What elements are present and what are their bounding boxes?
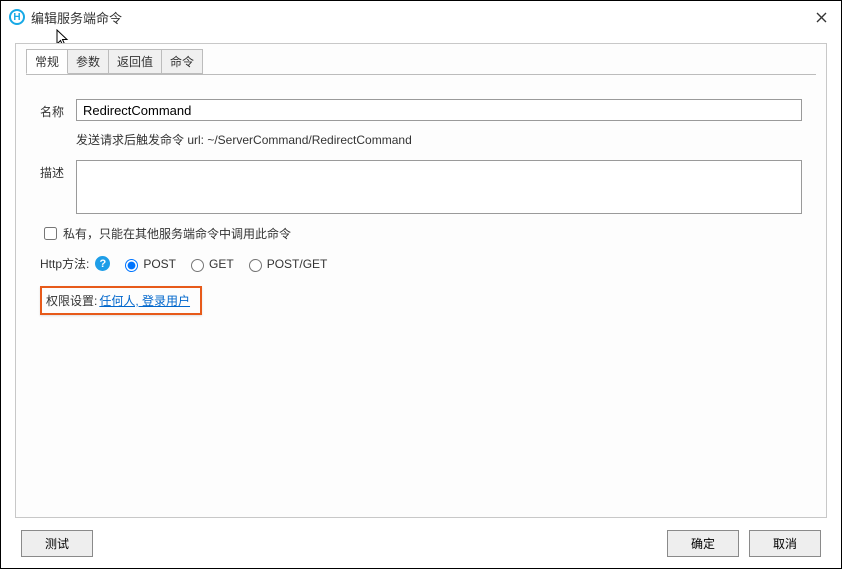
tab-command[interactable]: 命令 (161, 49, 203, 74)
radio-get-label: GET (209, 257, 234, 271)
name-label: 名称 (40, 99, 76, 120)
radio-postget[interactable] (249, 259, 262, 272)
desc-label: 描述 (40, 160, 76, 181)
close-icon (816, 12, 827, 23)
tab-general[interactable]: 常规 (26, 49, 68, 74)
dialog-window: H 编辑服务端命令 常规 参数 返回值 命令 名称 发送请求后触发命令 url:… (0, 0, 842, 569)
tab-returns[interactable]: 返回值 (108, 49, 162, 74)
private-checkbox[interactable] (44, 227, 57, 240)
titlebar: H 编辑服务端命令 (1, 1, 841, 33)
radio-get-wrap[interactable]: GET (186, 256, 234, 272)
http-method-row: Http方法: ? POST GET POST/GET (40, 255, 802, 272)
desc-input[interactable] (76, 160, 802, 214)
row-name: 名称 (40, 99, 802, 121)
help-icon[interactable]: ? (95, 256, 110, 271)
content-panel: 常规 参数 返回值 命令 名称 发送请求后触发命令 url: ~/ServerC… (15, 43, 827, 518)
radio-post-wrap[interactable]: POST (120, 256, 176, 272)
radio-postget-label: POST/GET (267, 257, 328, 271)
url-hint: 发送请求后触发命令 url: ~/ServerCommand/RedirectC… (76, 131, 802, 148)
name-input[interactable] (76, 99, 802, 121)
permission-link[interactable]: 任何人, 登录用户 (99, 292, 190, 309)
permission-label: 权限设置: (46, 292, 97, 309)
button-bar: 测试 确定 取消 (1, 518, 841, 568)
tab-params[interactable]: 参数 (67, 49, 109, 74)
radio-postget-wrap[interactable]: POST/GET (244, 256, 328, 272)
permission-row: 权限设置: 任何人, 登录用户 (40, 286, 202, 315)
private-label: 私有，只能在其他服务端命令中调用此命令 (63, 225, 291, 242)
http-label: Http方法: (40, 255, 89, 272)
private-checkbox-row[interactable]: 私有，只能在其他服务端命令中调用此命令 (40, 224, 802, 243)
window-title: 编辑服务端命令 (31, 8, 122, 27)
radio-post[interactable] (125, 259, 138, 272)
row-desc: 描述 (40, 160, 802, 214)
radio-get[interactable] (191, 259, 204, 272)
radio-post-label: POST (143, 257, 176, 271)
close-button[interactable] (809, 5, 833, 29)
cancel-button[interactable]: 取消 (749, 530, 821, 557)
tab-panel-general: 名称 发送请求后触发命令 url: ~/ServerCommand/Redire… (26, 74, 816, 507)
app-icon: H (9, 9, 25, 25)
ok-button[interactable]: 确定 (667, 530, 739, 557)
tabstrip: 常规 参数 返回值 命令 (26, 49, 836, 74)
test-button[interactable]: 测试 (21, 530, 93, 557)
